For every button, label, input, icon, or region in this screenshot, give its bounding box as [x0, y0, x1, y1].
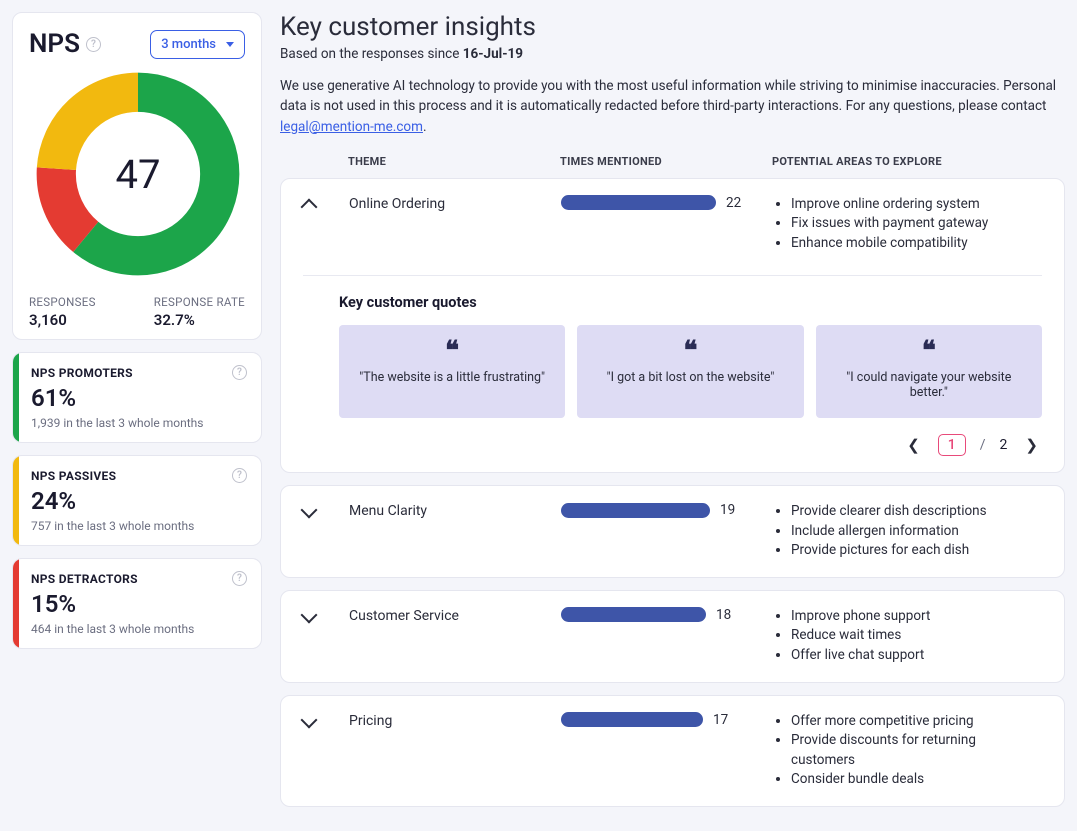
nps-donut-chart: 47 — [29, 65, 247, 283]
legal-link[interactable]: legal@mention-me.com — [280, 119, 423, 135]
area-item: Consider bundle deals — [791, 770, 1042, 790]
segment-stripe — [13, 353, 19, 442]
areas-list: Offer more competitive pricingProvide di… — [773, 712, 1042, 790]
quotes-title: Key customer quotes — [339, 294, 1042, 311]
quote-text: "I could navigate your website better." — [830, 370, 1028, 400]
theme-card: Online Ordering 22 Improve online ordering… — [280, 178, 1065, 473]
areas-list: Improve phone supportReduce wait timesOf… — [773, 607, 1042, 666]
theme-card: Customer Service 18 Improve phone supportR… — [280, 590, 1065, 683]
expand-toggle[interactable] — [303, 607, 337, 621]
quote-box: ❝ "The website is a little frustrating" — [339, 325, 565, 418]
period-select[interactable]: 3 months — [150, 30, 245, 59]
nps-score: 47 — [29, 65, 247, 283]
responses-label: RESPONSES — [29, 295, 96, 309]
area-item: Improve online ordering system — [791, 195, 1042, 215]
times-mentioned: 19 — [561, 502, 761, 518]
bar-fill — [561, 195, 716, 210]
nps-title: NPS — [29, 29, 80, 59]
area-item: Provide clearer dish descriptions — [791, 502, 1042, 522]
quote-icon: ❝ — [830, 341, 1028, 362]
quote-text: "I got a bit lost on the website" — [591, 370, 789, 385]
area-item: Offer more competitive pricing — [791, 712, 1042, 732]
chevron-down-icon — [226, 42, 234, 47]
quote-icon: ❝ — [353, 341, 551, 362]
insights-title: Key customer insights — [280, 12, 1065, 42]
nps-card: NPS ? 3 months 47 — [12, 12, 262, 340]
segment-card[interactable]: NPS PASSIVES? 24% 757 in the last 3 whole … — [12, 455, 262, 546]
bar-value: 18 — [716, 607, 731, 623]
segment-percent: 61% — [31, 384, 247, 412]
theme-name: Online Ordering — [349, 195, 549, 212]
areas-list: Provide clearer dish descriptionsInclude… — [773, 502, 1042, 561]
area-item: Provide pictures for each dish — [791, 541, 1042, 561]
segment-card[interactable]: NPS PROMOTERS? 61% 1,939 in the last 3 who… — [12, 352, 262, 443]
period-select-label: 3 months — [161, 37, 216, 52]
area-item: Include allergen information — [791, 522, 1042, 542]
quotes-pager: ❮ 1 / 2 ❯ — [339, 434, 1042, 456]
quote-icon: ❝ — [591, 341, 789, 362]
bar-fill — [561, 712, 703, 727]
quote-box: ❝ "I could navigate your website better." — [816, 325, 1042, 418]
pager-total[interactable]: 2 — [1000, 437, 1008, 453]
segment-subtext: 1,939 in the last 3 whole months — [31, 416, 247, 430]
quotes-section: Key customer quotes ❝ "The website is a li… — [303, 275, 1042, 456]
bar-value: 19 — [720, 502, 735, 518]
quote-box: ❝ "I got a bit lost on the website" — [577, 325, 803, 418]
theme-card: Pricing 17 Offer more competitive pricingP… — [280, 695, 1065, 807]
chevron-down-icon — [301, 711, 318, 728]
bar-value: 17 — [713, 712, 728, 728]
expand-toggle[interactable] — [303, 712, 337, 726]
segment-stripe — [13, 559, 19, 648]
insights-subtitle: Based on the responses since 16-Jul-19 — [280, 46, 1065, 62]
theme-name: Customer Service — [349, 607, 549, 624]
segment-title: NPS PASSIVES — [31, 469, 116, 483]
theme-card: Menu Clarity 19 Provide clearer dish descr… — [280, 485, 1065, 578]
pager-prev[interactable]: ❮ — [903, 434, 924, 456]
pager-sep: / — [980, 437, 986, 453]
area-item: Offer live chat support — [791, 646, 1042, 666]
area-item: Reduce wait times — [791, 626, 1042, 646]
help-icon[interactable]: ? — [232, 468, 247, 483]
expand-toggle[interactable] — [303, 195, 337, 213]
area-item: Fix issues with payment gateway — [791, 214, 1042, 234]
response-rate-label: RESPONSE RATE — [154, 295, 245, 309]
chevron-up-icon — [301, 198, 318, 215]
bar-fill — [561, 503, 710, 518]
segment-stripe — [13, 456, 19, 545]
quote-text: "The website is a little frustrating" — [353, 370, 551, 385]
pager-current[interactable]: 1 — [938, 434, 966, 456]
bar-fill — [561, 607, 706, 622]
themes-header-row: THEME TIMES MENTIONED POTENTIAL AREAS TO… — [280, 155, 1065, 178]
segment-subtext: 757 in the last 3 whole months — [31, 519, 247, 533]
areas-list: Improve online ordering systemFix issues… — [773, 195, 1042, 254]
col-theme: THEME — [348, 155, 548, 168]
help-icon[interactable]: ? — [232, 365, 247, 380]
times-mentioned: 18 — [561, 607, 761, 623]
disclaimer-text: We use generative AI technology to provi… — [280, 76, 1065, 137]
response-rate-value: 32.7% — [154, 311, 245, 329]
times-mentioned: 22 — [561, 195, 761, 211]
segment-title: NPS PROMOTERS — [31, 366, 133, 380]
area-item: Improve phone support — [791, 607, 1042, 627]
expand-toggle[interactable] — [303, 502, 337, 516]
segment-subtext: 464 in the last 3 whole months — [31, 622, 247, 636]
segment-title: NPS DETRACTORS — [31, 572, 138, 586]
chevron-down-icon — [301, 606, 318, 623]
times-mentioned: 17 — [561, 712, 761, 728]
theme-name: Pricing — [349, 712, 549, 729]
col-areas: POTENTIAL AREAS TO EXPLORE — [772, 155, 1043, 168]
area-item: Enhance mobile compatibility — [791, 234, 1042, 254]
theme-name: Menu Clarity — [349, 502, 549, 519]
segment-percent: 15% — [31, 590, 247, 618]
chevron-down-icon — [301, 502, 318, 519]
help-icon[interactable]: ? — [232, 571, 247, 586]
bar-value: 22 — [726, 195, 741, 211]
segment-percent: 24% — [31, 487, 247, 515]
help-icon[interactable]: ? — [86, 37, 101, 52]
segment-card[interactable]: NPS DETRACTORS? 15% 464 in the last 3 whol… — [12, 558, 262, 649]
responses-value: 3,160 — [29, 311, 96, 329]
pager-next[interactable]: ❯ — [1021, 434, 1042, 456]
col-times: TIMES MENTIONED — [560, 155, 760, 168]
area-item: Provide discounts for returning customer… — [791, 731, 1042, 770]
